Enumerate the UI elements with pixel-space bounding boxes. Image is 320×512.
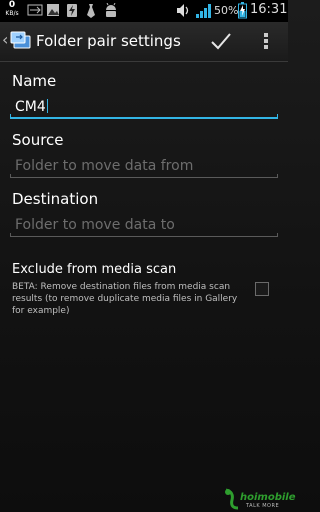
image-icon [47,4,59,16]
bolt-icon [67,4,77,17]
volume-icon [177,4,189,17]
source-placeholder: Folder to move data from [15,158,194,174]
tie-icon [87,4,95,18]
battery-charging-icon [238,2,247,19]
name-field-underline [10,117,278,119]
source-label: Source [12,131,64,149]
usb-icon [27,4,43,16]
network-speed-value: 0 [8,0,16,10]
android-debug-icon [106,3,116,17]
status-bar: 0 KB/s 50% 16:31 [0,0,288,22]
name-value: CM4 [15,99,46,115]
watermark-tagline: TALK MORE [246,503,280,509]
destination-placeholder: Folder to move data to [15,217,175,233]
destination-field[interactable]: Folder to move data to [10,215,278,237]
overflow-menu-button[interactable] [256,26,276,56]
name-label: Name [12,72,57,90]
clock: 16:31 [250,2,288,17]
battery-percent: 50% [214,4,239,17]
destination-label: Destination [12,190,99,208]
app-icon[interactable] [8,28,32,52]
source-field-underline [10,177,278,178]
page-title: Folder pair settings [36,32,181,50]
source-field[interactable]: Folder to move data from [10,156,278,178]
exclude-media-scan-title[interactable]: Exclude from media scan [12,262,176,277]
exclude-media-scan-checkbox[interactable] [255,282,269,296]
check-icon [211,33,231,50]
destination-field-underline [10,236,278,237]
exclude-media-scan-description: BETA: Remove destination files from medi… [12,282,238,316]
action-bar-divider [0,61,288,62]
name-field[interactable]: CM4 [10,97,278,119]
confirm-button[interactable] [206,26,236,56]
network-speed-unit: KB/s [5,10,19,17]
signal-icon [196,4,211,18]
text-cursor [46,99,48,113]
network-speed: 0 KB/s [4,1,20,18]
watermark-brand: hoimobile [240,492,296,503]
